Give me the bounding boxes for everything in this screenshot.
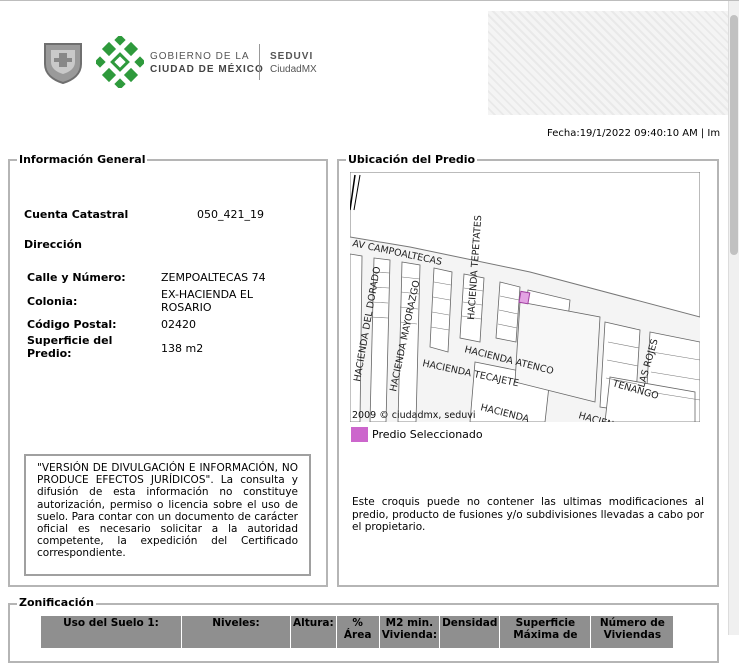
general-info-legend: Información General — [17, 153, 148, 166]
codigo-postal-label: Código Postal: — [27, 318, 117, 331]
agency-title: SEDUVI — [270, 51, 314, 62]
col-uso-suelo: Uso del Suelo 1: — [40, 615, 182, 649]
government-name: GOBIERNO DE LA CIUDAD DE MÉXICO — [150, 50, 264, 76]
superficie-label-line1: Superficie del — [27, 334, 113, 347]
agency-subtitle: CiudadMX — [270, 64, 317, 75]
header-divider — [259, 44, 260, 80]
zonificacion-table: Uso del Suelo 1: Niveles: Altura: % Área … — [40, 615, 675, 649]
disclaimer-notice: "VERSIÓN DE DIVULGACIÓN E INFORMACIÓN, N… — [24, 454, 311, 576]
zonificacion-legend: Zonificación — [17, 596, 96, 609]
col-m2-min-vivienda: M2 min. Vivienda: — [378, 615, 441, 649]
agency-name: SEDUVI CiudadMX — [270, 50, 317, 76]
colonia-value-line2: ROSARIO — [161, 300, 212, 314]
location-map[interactable]: AV CAMPOALTECAS HACIENDA TEPETATES HACIE… — [350, 172, 700, 422]
selected-lot-swatch — [351, 427, 368, 442]
calle-label: Calle y Número: — [27, 271, 126, 284]
col-densidad: Densidad — [439, 615, 501, 649]
selected-lot-marker — [518, 290, 531, 305]
zonificacion-header-row: Uso del Suelo 1: Niveles: Altura: % Área … — [40, 615, 675, 649]
col-superficie-maxima: Superficie Máxima de — [499, 615, 592, 649]
location-legend: Ubicación del Predio — [346, 153, 478, 166]
city-shield-icon — [44, 43, 82, 84]
cuenta-catastral-label: Cuenta Catastral — [24, 208, 129, 221]
window-top-border — [0, 0, 739, 1]
colonia-value: EX-HACIENDA EL ROSARIO — [161, 288, 253, 314]
col-porcentaje-area: % Área — [335, 615, 380, 649]
gov-line-2: CIUDAD DE MÉXICO — [150, 64, 264, 75]
print-date: Fecha:19/1/2022 09:40:10 AM | Im — [547, 128, 721, 139]
superficie-label: Superficie del Predio: — [27, 334, 113, 360]
scrollbar-thumb[interactable] — [730, 15, 738, 255]
superficie-value: 138 m2 — [161, 342, 204, 355]
col-numero-viviendas: Número de Viviendas — [590, 615, 675, 649]
col-niveles: Niveles: — [181, 615, 291, 649]
direccion-label: Dirección — [24, 238, 82, 251]
colonia-value-line1: EX-HACIENDA EL — [161, 288, 253, 301]
gov-line-1: GOBIERNO DE LA — [150, 51, 250, 62]
codigo-postal-value: 02420 — [161, 318, 196, 331]
header-pattern — [488, 11, 728, 115]
map-copyright: 2009 © ciudadmx, seduvi — [352, 410, 476, 421]
calle-value: ZEMPOALTECAS 74 — [161, 271, 266, 284]
cdmx-logo-icon — [96, 36, 144, 88]
vertical-scrollbar[interactable] — [728, 1, 739, 635]
colonia-label: Colonia: — [27, 295, 78, 308]
col-altura: Altura: — [290, 615, 337, 649]
cuenta-catastral-value: 050_421_19 — [197, 208, 264, 221]
map-legend-label: Predio Seleccionado — [372, 428, 483, 441]
croquis-note: Este croquis puede no contener las ultim… — [352, 496, 704, 533]
superficie-label-line2: Predio: — [27, 346, 72, 360]
